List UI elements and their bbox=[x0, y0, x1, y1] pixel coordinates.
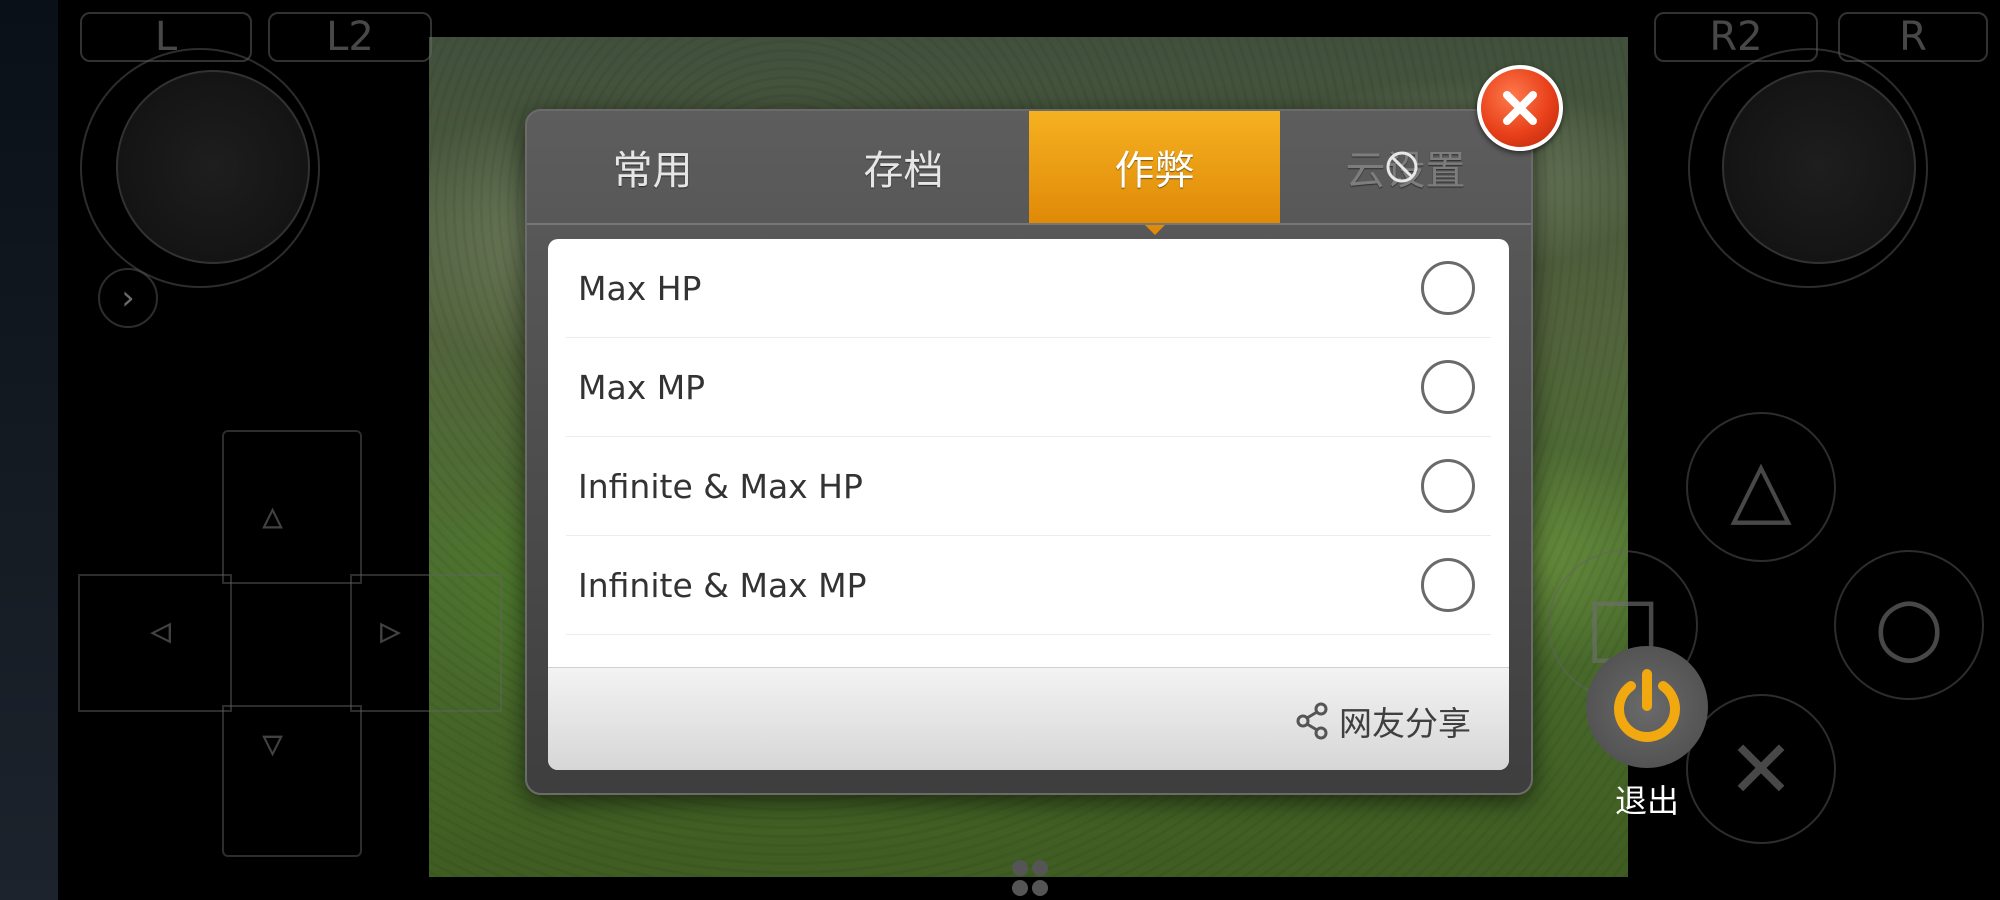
tab-saves[interactable]: 存档 bbox=[778, 111, 1029, 223]
dpad-up-arrow-icon: ▵ bbox=[262, 490, 284, 539]
tab-common[interactable]: 常用 bbox=[527, 111, 778, 223]
list-item[interactable]: Max MP bbox=[566, 338, 1491, 437]
dpad-right[interactable] bbox=[350, 574, 502, 712]
close-icon bbox=[1503, 91, 1537, 125]
list-item[interactable]: Infinite & Max MP bbox=[566, 536, 1491, 635]
menu-grid-icon[interactable] bbox=[1010, 858, 1050, 898]
disabled-ban-icon bbox=[1386, 151, 1418, 183]
exit-label: 退出 bbox=[1614, 782, 1679, 820]
close-button[interactable] bbox=[1477, 65, 1563, 151]
tab-divider bbox=[527, 223, 1531, 225]
share-icon bbox=[1296, 702, 1328, 740]
tab-bar: 常用 存档 作弊 云设置 bbox=[527, 111, 1531, 235]
r-shoulder-button[interactable]: R bbox=[1838, 12, 1988, 62]
list-item[interactable]: Infinite & Max HP bbox=[566, 437, 1491, 536]
cheat-radio[interactable] bbox=[1421, 558, 1475, 612]
cheat-label: Max MP bbox=[578, 367, 706, 407]
cheat-radio[interactable] bbox=[1421, 459, 1475, 513]
circle-button[interactable]: ○ bbox=[1834, 550, 1984, 700]
dialog-footer: 网友分享 bbox=[548, 667, 1509, 770]
expand-chevron-icon[interactable]: › bbox=[98, 268, 158, 328]
cheat-list-panel: Max HP Max MP Infinite & Max HP Infinite… bbox=[548, 239, 1509, 770]
dpad-down-arrow-icon: ▿ bbox=[262, 718, 284, 767]
exit-button[interactable] bbox=[1586, 646, 1708, 768]
triangle-button[interactable]: △ bbox=[1686, 412, 1836, 562]
dpad-left-arrow-icon: ◃ bbox=[150, 605, 172, 654]
cheat-radio[interactable] bbox=[1421, 360, 1475, 414]
right-stick[interactable] bbox=[1722, 70, 1916, 264]
power-icon bbox=[1614, 669, 1680, 742]
share-label: 网友分享 bbox=[1339, 704, 1471, 743]
left-edge-strip bbox=[0, 0, 58, 900]
list-item[interactable]: Max HP bbox=[566, 239, 1491, 338]
dpad-down[interactable] bbox=[222, 705, 362, 857]
cheat-label: Infinite & Max HP bbox=[578, 466, 863, 506]
cheat-label: Max HP bbox=[578, 268, 702, 308]
cross-button[interactable]: ✕ bbox=[1686, 694, 1836, 844]
cheat-radio[interactable] bbox=[1421, 261, 1475, 315]
share-button[interactable]: 网友分享 bbox=[1295, 696, 1471, 746]
left-stick[interactable] bbox=[116, 70, 310, 264]
cheat-label: Infinite & Max MP bbox=[578, 565, 867, 605]
dpad-up[interactable] bbox=[222, 430, 362, 584]
tab-cheats[interactable]: 作弊 bbox=[1029, 111, 1280, 235]
dpad-right-arrow-icon: ▹ bbox=[380, 605, 402, 654]
l2-shoulder-button[interactable]: L2 bbox=[268, 12, 432, 62]
